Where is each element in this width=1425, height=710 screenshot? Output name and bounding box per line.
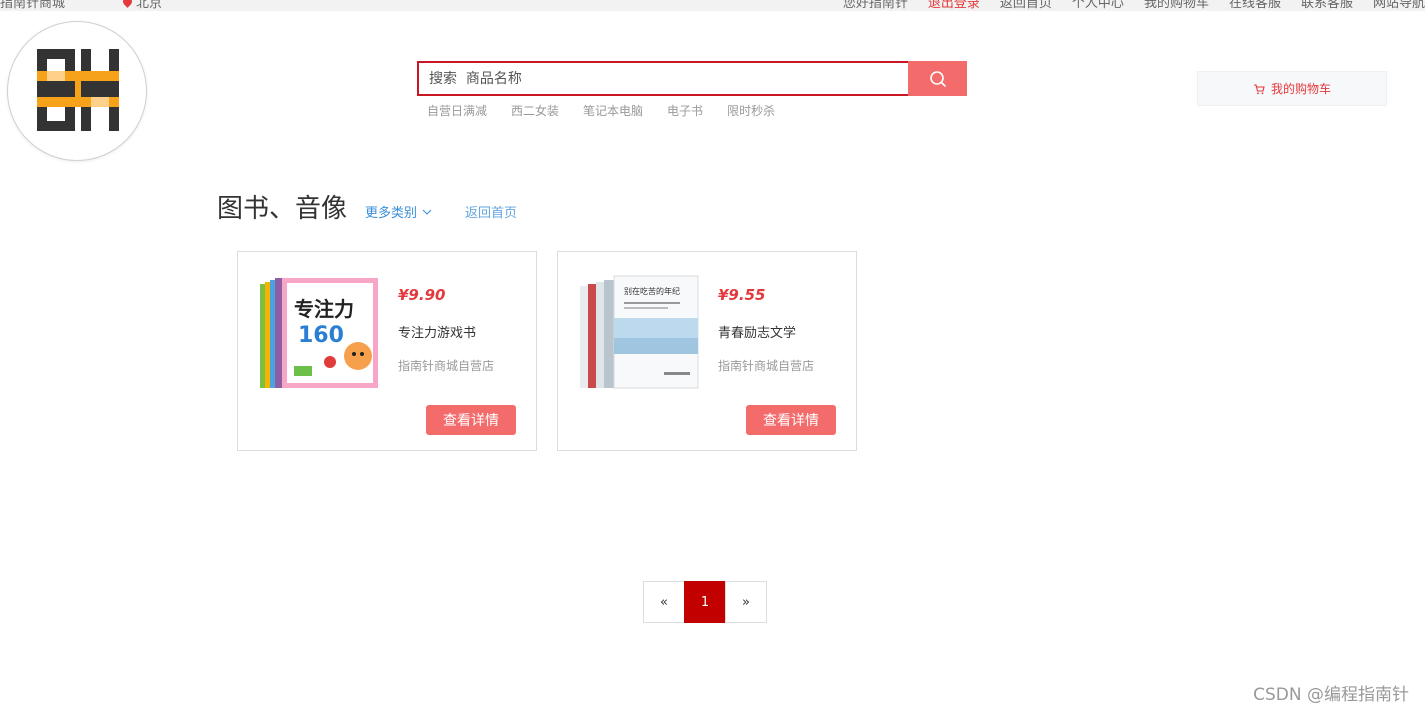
cover-title: 专注力 [294, 297, 354, 321]
product-name[interactable]: 青春励志文学 [718, 322, 796, 341]
top-link-service[interactable]: 在线客服 [1229, 0, 1281, 11]
cart-button[interactable]: 我的购物车 [1197, 71, 1387, 106]
hot-word[interactable]: 笔记本电脑 [583, 102, 643, 119]
product-price: ¥9.90 [398, 286, 446, 304]
top-bar: 指南针商城 北京 您好指南针 退出登录 返回首页 个人中心 我的购物车 在线客服… [0, 0, 1425, 11]
page-button-current[interactable]: 1 [684, 581, 726, 623]
site-logo[interactable] [7, 21, 147, 161]
chevron-down-icon [422, 209, 432, 215]
cart-label: 我的购物车 [1270, 82, 1331, 96]
product-shop[interactable]: 指南针商城自营店 [718, 357, 814, 374]
more-categories-label: 更多类别 [365, 206, 418, 221]
pagination: « 1 » [643, 581, 767, 623]
product-card[interactable]: 专注力 160 ¥9.90 专注力游戏书 指南针商城自营店 查看详情 [237, 251, 537, 451]
hot-search-words: 自营日满减 西二女装 笔记本电脑 电子书 限时秒杀 [427, 102, 775, 119]
search-bar [417, 61, 967, 96]
more-categories-dropdown[interactable]: 更多类别 [365, 202, 432, 221]
product-card[interactable]: 别在吃苦的年纪 ¥9.55 青春励志文学 指南针商城自营店 查看详情 [557, 251, 857, 451]
cover-title: 别在吃苦的年纪 [624, 286, 680, 296]
cart-icon [1253, 83, 1265, 94]
view-details-button[interactable]: 查看详情 [426, 405, 516, 435]
product-shop[interactable]: 指南针商城自营店 [398, 357, 494, 374]
cover-number: 160 [298, 323, 344, 348]
hot-word[interactable]: 西二女装 [511, 102, 559, 119]
view-details-button[interactable]: 查看详情 [746, 405, 836, 435]
back-home-link[interactable]: 返回首页 [465, 202, 517, 221]
category-title: 图书、音像 [217, 194, 348, 224]
watermark: CSDN @编程指南针 [1253, 685, 1409, 705]
location-label[interactable]: 北京 [136, 0, 162, 11]
next-page-button[interactable]: » [725, 581, 767, 623]
top-link-profile[interactable]: 个人中心 [1072, 0, 1124, 11]
site-name[interactable]: 指南针商城 [0, 0, 65, 11]
search-input[interactable] [417, 61, 908, 96]
search-icon [929, 70, 946, 87]
top-link-sitemap[interactable]: 网站导航 [1373, 0, 1425, 11]
product-name[interactable]: 专注力游戏书 [398, 322, 476, 341]
location-pin-icon [121, 0, 134, 8]
compass-logo-icon [37, 49, 119, 131]
top-link-contact[interactable]: 联系客服 [1301, 0, 1353, 11]
product-image[interactable]: 专注力 160 [254, 272, 384, 392]
top-link-cart[interactable]: 我的购物车 [1144, 0, 1209, 11]
top-link-logout[interactable]: 退出登录 [928, 0, 980, 11]
hot-word[interactable]: 限时秒杀 [727, 102, 775, 119]
hot-word[interactable]: 自营日满减 [427, 102, 487, 119]
prev-page-button[interactable]: « [643, 581, 685, 623]
hot-word[interactable]: 电子书 [667, 102, 703, 119]
product-image[interactable]: 别在吃苦的年纪 [574, 272, 704, 392]
top-link-greeting[interactable]: 您好指南针 [843, 0, 908, 11]
top-links: 您好指南针 退出登录 返回首页 个人中心 我的购物车 在线客服 联系客服 网站导… [843, 0, 1425, 11]
search-button[interactable] [908, 61, 967, 96]
product-price: ¥9.55 [718, 286, 766, 304]
top-link-home[interactable]: 返回首页 [1000, 0, 1052, 11]
